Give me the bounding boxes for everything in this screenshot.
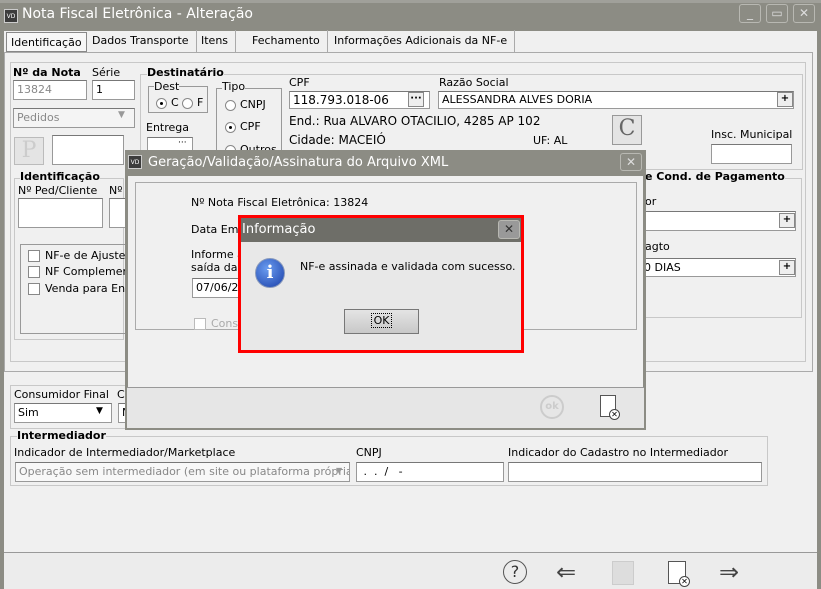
xml-nota-line: Nº Nota Fiscal Eletrônica: 13824 — [191, 196, 369, 209]
app-logo: VD — [4, 9, 18, 23]
second-label: Nº — [109, 184, 123, 197]
cadastro-input[interactable] — [508, 462, 762, 482]
arrow-left-icon[interactable]: ⇐ — [556, 558, 576, 586]
info-dialog-close-button[interactable]: ✕ — [498, 220, 520, 239]
xml-cancel-icon[interactable]: ✕ — [600, 395, 620, 420]
check-ajuste[interactable]: NF-e de Ajuste — [28, 249, 125, 262]
dest-label: Dest — [154, 80, 180, 93]
tab-dados-transporte[interactable]: Dados Transporte — [85, 30, 197, 52]
pagamento-add1-button[interactable]: + — [779, 213, 795, 228]
chevron-down-icon: ▼ — [336, 466, 343, 475]
cnpj-label: CNPJ — [356, 446, 382, 459]
tab-identificacao[interactable]: Identificação — [6, 32, 87, 52]
destinatario-title: Destinatário — [147, 66, 224, 79]
pagamento-input1[interactable] — [640, 211, 796, 231]
c-button[interactable]: C — [612, 115, 642, 145]
consumidor-label: Consumidor Final — [14, 388, 109, 401]
info-message: NF-e assinada e validada com sucesso. — [300, 260, 516, 273]
cadastro-label: Indicador do Cadastro no Intermediador — [508, 446, 728, 459]
identificacao-title: Identificação — [20, 170, 100, 183]
consumidor-second-label: C — [117, 388, 125, 401]
ped-label: Nº Ped/Cliente — [18, 184, 98, 197]
cidade-text: Cidade: MACEIÓ — [289, 133, 386, 147]
tipo-select[interactable]: Pedidos — [13, 108, 135, 128]
cancel-document-icon[interactable]: ✕ — [668, 561, 690, 587]
cpf-search-button[interactable]: ··· — [408, 92, 424, 107]
xml-dialog-logo: VD — [128, 155, 142, 169]
endereco-text: End.: Rua ALVARO OTACILIO, 4285 AP 102 — [289, 114, 541, 128]
help-icon[interactable]: ? — [503, 560, 527, 584]
check-complementar[interactable]: NF Complementar — [28, 265, 125, 278]
ellipsis-icon[interactable]: ··· — [178, 138, 187, 148]
insc-input[interactable] — [711, 144, 792, 164]
tab-itens[interactable]: Itens — [194, 30, 237, 52]
dest-f-radio[interactable]: F — [182, 96, 203, 109]
check-venda-entrega[interactable]: Venda para Entrega — [28, 282, 125, 295]
chevron-down-icon: ▼ — [96, 406, 103, 416]
arrow-right-icon[interactable]: ⇒ — [719, 558, 739, 586]
tab-informacoes-adicionais[interactable]: Informações Adicionais da NF-e — [327, 30, 516, 52]
entrega-label: Entrega — [146, 121, 190, 134]
p-input[interactable] — [52, 135, 124, 165]
xml-informe-line1: Informe a — [191, 248, 244, 261]
maximize-button[interactable]: ▭ — [766, 4, 788, 23]
close-button[interactable]: ✕ — [793, 4, 815, 23]
ped-input[interactable] — [18, 198, 103, 228]
xml-dialog-footer — [127, 387, 644, 428]
chevron-down-icon: ▼ — [118, 110, 125, 120]
serie-input[interactable]: 1 — [92, 80, 135, 100]
indicador-label: Indicador de Intermediador/Marketplace — [14, 446, 236, 459]
xml-ok-button[interactable]: ok — [540, 395, 564, 419]
p-button[interactable]: P — [14, 137, 44, 165]
xml-dialog-title: Geração/Validação/Assinatura do Arquivo … — [148, 155, 449, 170]
pagamento-label2: agto — [645, 240, 670, 253]
info-ok-button[interactable]: OK — [344, 309, 419, 334]
insc-label: Insc. Municipal — [711, 128, 793, 141]
tab-fechamento[interactable]: Fechamento — [245, 30, 328, 52]
pagamento-title: e Cond. de Pagamento — [645, 170, 785, 183]
razao-add-button[interactable]: + — [777, 92, 793, 107]
intermediador-title: Intermediador — [17, 429, 106, 442]
dest-c-radio[interactable]: C — [156, 96, 179, 109]
serie-label: Série — [92, 66, 121, 79]
razao-input[interactable]: ALESSANDRA ALVES DORIA — [438, 91, 794, 109]
pagamento-add2-button[interactable]: + — [779, 260, 795, 275]
pagamento-input2[interactable]: 0 DIAS — [640, 258, 796, 277]
uf-text: UF: AL — [533, 134, 568, 147]
cpf-label: CPF — [289, 76, 310, 89]
razao-label: Razão Social — [439, 76, 509, 89]
info-dialog-title: Informação — [242, 222, 316, 237]
bottom-toolbar — [4, 552, 817, 589]
xml-consi-check[interactable]: Consi — [194, 317, 241, 330]
minimize-button[interactable]: _ — [739, 4, 761, 23]
tipo-cnpj-radio[interactable]: CNPJ — [225, 98, 266, 111]
tipo-label: Tipo — [222, 80, 246, 93]
info-icon: i — [255, 258, 285, 288]
nota-label: Nº da Nota — [13, 66, 81, 79]
window-title: Nota Fiscal Eletrônica - Alteração — [22, 6, 253, 22]
pagamento-label1: or — [645, 195, 657, 208]
nota-input[interactable]: 13824 — [13, 80, 87, 100]
tipo-cpf-radio[interactable]: CPF — [225, 120, 261, 133]
cnpj-input[interactable]: . . / - — [356, 462, 504, 482]
indicador-select[interactable]: Operação sem intermediador (em site ou p… — [15, 462, 350, 482]
save-icon[interactable] — [612, 561, 634, 585]
xml-dialog-close-button[interactable]: ✕ — [620, 153, 642, 171]
